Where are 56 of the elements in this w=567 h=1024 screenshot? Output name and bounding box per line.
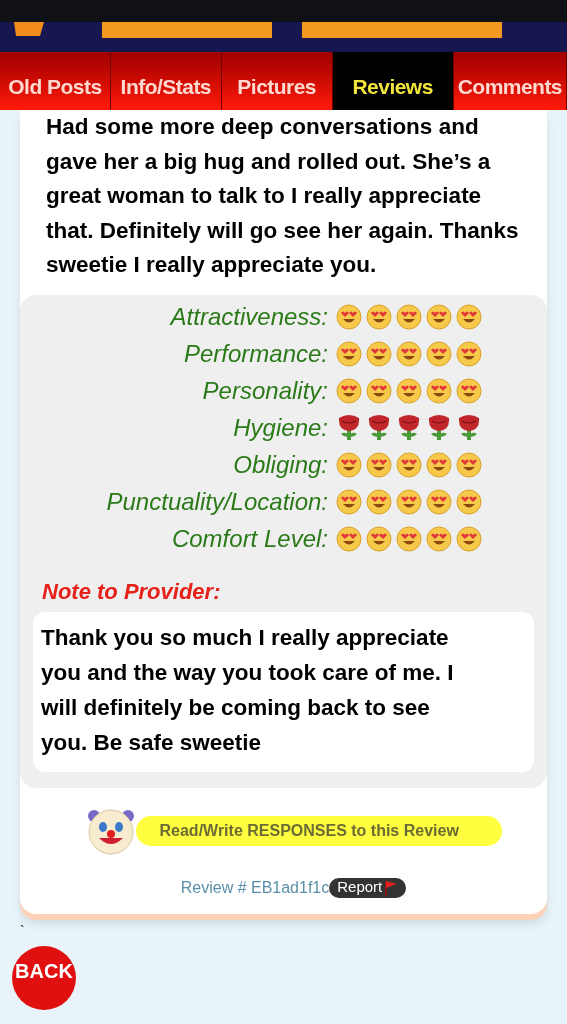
heart-eyes-face-icon: [456, 525, 482, 552]
rating-label: Attractiveness:: [168, 301, 329, 332]
heart-eyes-face-icon: [336, 451, 362, 478]
heart-eyes-face-icon: [456, 303, 482, 330]
review-text: Had some more deep conversations and gave her a big hug and rolled out. She’s a great woman to talk to I really appreciate that. Definitely will go see her again. Thanks sweetie I really appreciate you.: [45, 113, 520, 279]
nav-tab[interactable]: Info/Stats: [110, 52, 222, 110]
back-button[interactable]: BACK: [12, 945, 76, 1010]
heart-eyes-face-icon: [396, 451, 422, 478]
rose-icon: [396, 414, 422, 441]
heart-eyes-face-icon: [366, 488, 392, 515]
heart-eyes-face-icon: [426, 451, 452, 478]
rating-label: Comfort Level:: [170, 523, 329, 554]
rose-icon: [426, 414, 452, 441]
rating-label: Performance:: [182, 338, 329, 369]
nav-tab[interactable]: Old Posts: [0, 52, 111, 110]
nav-tab[interactable]: Pictures: [221, 52, 333, 110]
responses-button[interactable]: Read/Write RESPONSES to this Review: [135, 815, 502, 846]
rating-label: Punctuality/Location:: [105, 486, 329, 517]
heart-eyes-face-icon: [456, 340, 482, 367]
heart-eyes-face-icon: [426, 488, 452, 515]
heart-eyes-face-icon: [426, 303, 452, 330]
nav-tab[interactable]: Comments: [453, 52, 567, 110]
heart-eyes-face-icon: [426, 377, 452, 404]
rose-icon: [336, 414, 362, 441]
heart-eyes-face-icon: [336, 488, 362, 515]
stray-mark: `: [20, 923, 26, 938]
note-text: Thank you so much I really appreciate you and the way you took care of me. I will definitely be coming back to see you. Be safe sweetie: [41, 623, 455, 757]
rating-label: Personality:: [201, 375, 329, 406]
heart-eyes-face-icon: [396, 525, 422, 552]
heart-eyes-face-icon: [426, 340, 452, 367]
heart-eyes-face-icon: [366, 340, 392, 367]
heart-eyes-face-icon: [366, 451, 392, 478]
rose-icon: [456, 414, 482, 441]
heart-eyes-face-icon: [456, 488, 482, 515]
rating-label: Hygiene:: [232, 412, 329, 443]
heart-eyes-face-icon: [366, 377, 392, 404]
note-heading: Note to Provider:: [42, 577, 222, 606]
heart-eyes-face-icon: [336, 340, 362, 367]
heart-eyes-face-icon: [396, 377, 422, 404]
heart-eyes-face-icon: [396, 303, 422, 330]
heart-eyes-face-icon: [366, 303, 392, 330]
heart-eyes-face-icon: [396, 340, 422, 367]
review-id: Review # EB1ad1f1c: [180, 877, 330, 898]
heart-eyes-face-icon: [336, 303, 362, 330]
flag-icon: [384, 879, 399, 896]
report-button[interactable]: Report: [329, 877, 407, 898]
rating-label: Obliging:: [232, 449, 329, 480]
heart-eyes-face-icon: [456, 451, 482, 478]
rose-icon: [366, 414, 392, 441]
heart-eyes-face-icon: [366, 525, 392, 552]
heart-eyes-face-icon: [456, 377, 482, 404]
heart-eyes-face-icon: [336, 377, 362, 404]
heart-eyes-face-icon: [336, 525, 362, 552]
nav-tab[interactable]: Reviews: [332, 52, 454, 110]
heart-eyes-face-icon: [396, 488, 422, 515]
heart-eyes-face-icon: [426, 525, 452, 552]
